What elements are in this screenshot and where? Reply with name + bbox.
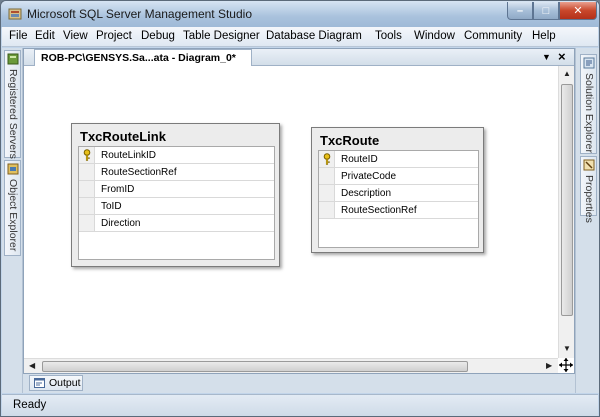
close-icon: ✕ xyxy=(573,5,583,17)
solution-explorer-label: Solution Explorer xyxy=(583,73,595,153)
vertical-scroll-thumb[interactable] xyxy=(561,84,573,316)
move-arrows-icon[interactable] xyxy=(558,357,574,373)
menu-tools[interactable]: Tools xyxy=(375,30,402,42)
menu-project[interactable]: Project xyxy=(96,30,132,42)
table-txcroute[interactable]: TxcRoute RouteID PrivateCode Description… xyxy=(311,127,484,253)
scroll-down-icon[interactable]: ▼ xyxy=(563,344,571,353)
menu-table-designer[interactable]: Table Designer xyxy=(183,30,260,42)
row-gutter xyxy=(319,185,335,201)
diagram-tab-label: ROB-PC\GENSYS.Sa...ata - Diagram_0* xyxy=(41,52,236,64)
menu-edit[interactable]: Edit xyxy=(35,30,55,42)
row-gutter xyxy=(319,202,335,218)
column-row[interactable]: RouteSectionRef xyxy=(79,164,274,181)
left-tool-strip: Registered Servers Object Explorer xyxy=(2,48,23,393)
properties-icon xyxy=(583,159,595,171)
maximize-icon: □ xyxy=(542,4,550,17)
column-name: RouteLinkID xyxy=(101,150,157,161)
maximize-button[interactable]: □ xyxy=(533,2,559,20)
column-row[interactable]: RouteID xyxy=(319,151,478,168)
row-gutter xyxy=(319,151,335,167)
registered-servers-tab[interactable]: Registered Servers xyxy=(4,50,21,159)
column-grid: RouteLinkID RouteSectionRef FromID ToID xyxy=(78,146,275,260)
row-gutter xyxy=(79,181,95,197)
table-title: TxcRouteLink xyxy=(80,129,166,144)
primary-key-icon xyxy=(83,149,91,161)
status-text: Ready xyxy=(13,399,47,411)
output-label: Output xyxy=(49,377,81,389)
scroll-left-icon[interactable]: ◀ xyxy=(29,361,35,370)
column-row[interactable]: Direction xyxy=(79,215,274,232)
column-name: Description xyxy=(341,188,392,199)
row-gutter xyxy=(79,198,95,214)
solution-explorer-icon xyxy=(583,57,595,69)
menu-debug[interactable]: Debug xyxy=(141,30,175,42)
window-title: Microsoft SQL Server Management Studio xyxy=(27,7,252,21)
column-row[interactable]: RouteLinkID xyxy=(79,147,274,164)
column-row[interactable]: ToID xyxy=(79,198,274,215)
column-name: RouteSectionRef xyxy=(101,167,177,178)
column-row[interactable]: Description xyxy=(319,185,478,202)
menu-community[interactable]: Community xyxy=(464,30,522,42)
column-name: RouteID xyxy=(341,154,378,165)
table-txcroutelink[interactable]: TxcRouteLink RouteLinkID RouteSectionRef… xyxy=(71,123,280,267)
output-window-icon xyxy=(34,378,45,388)
row-gutter xyxy=(319,168,335,184)
column-name: ToID xyxy=(101,201,122,212)
primary-key-icon xyxy=(323,153,331,165)
row-gutter xyxy=(79,164,95,180)
menu-window[interactable]: Window xyxy=(414,30,455,42)
column-row[interactable]: PrivateCode xyxy=(319,168,478,185)
column-name: FromID xyxy=(101,184,135,195)
menu-view[interactable]: View xyxy=(63,30,88,42)
menu-database-diagram[interactable]: Database Diagram xyxy=(266,30,362,42)
app-window: Microsoft SQL Server Management Studio –… xyxy=(0,0,600,417)
tab-close-icon[interactable]: × xyxy=(558,49,566,64)
column-row[interactable]: RouteSectionRef xyxy=(319,202,478,219)
object-explorer-tab[interactable]: Object Explorer xyxy=(4,160,21,256)
status-bar: Ready xyxy=(2,394,598,416)
output-tab[interactable]: Output xyxy=(29,375,83,391)
document-area: ROB-PC\GENSYS.Sa...ata - Diagram_0* ▼ × … xyxy=(23,48,575,374)
properties-label: Properties xyxy=(583,175,595,223)
minimize-icon: – xyxy=(516,4,524,17)
vertical-scrollbar[interactable]: ▲ ▼ xyxy=(558,66,574,358)
column-grid: RouteID PrivateCode Description RouteSec… xyxy=(318,150,479,248)
registered-servers-label: Registered Servers xyxy=(7,69,19,159)
horizontal-scrollbar[interactable]: ◀ ▶ xyxy=(24,358,558,373)
column-name: RouteSectionRef xyxy=(341,205,417,216)
object-explorer-label: Object Explorer xyxy=(7,179,19,252)
server-icon xyxy=(7,53,19,65)
diagram-canvas[interactable]: TxcRouteLink RouteLinkID RouteSectionRef… xyxy=(24,66,558,358)
title-bar[interactable]: Microsoft SQL Server Management Studio –… xyxy=(1,1,599,27)
scroll-right-icon[interactable]: ▶ xyxy=(546,361,552,370)
minimize-button[interactable]: – xyxy=(507,2,533,20)
properties-tab[interactable]: Properties xyxy=(580,156,597,223)
right-tool-strip: Solution Explorer Properties xyxy=(575,48,599,393)
solution-explorer-tab[interactable]: Solution Explorer xyxy=(580,54,597,154)
horizontal-scroll-thumb[interactable] xyxy=(42,361,468,372)
diagram-document-tab[interactable]: ROB-PC\GENSYS.Sa...ata - Diagram_0* xyxy=(34,49,252,66)
bottom-tool-strip: Output xyxy=(23,374,575,393)
row-gutter xyxy=(79,147,95,163)
menu-bar: File Edit View Project Debug Table Desig… xyxy=(2,27,598,47)
close-window-button[interactable]: ✕ xyxy=(559,2,597,20)
ssms-app-icon xyxy=(8,8,22,20)
column-name: Direction xyxy=(101,218,141,229)
row-gutter xyxy=(79,215,95,231)
tab-dropdown-icon[interactable]: ▼ xyxy=(542,52,551,62)
menu-help[interactable]: Help xyxy=(532,30,556,42)
table-title: TxcRoute xyxy=(320,133,380,148)
document-tab-strip: ROB-PC\GENSYS.Sa...ata - Diagram_0* ▼ × xyxy=(24,49,574,66)
column-row[interactable]: FromID xyxy=(79,181,274,198)
object-explorer-icon xyxy=(7,163,19,175)
scroll-up-icon[interactable]: ▲ xyxy=(563,69,571,78)
menu-file[interactable]: File xyxy=(9,30,28,42)
column-name: PrivateCode xyxy=(341,171,397,182)
